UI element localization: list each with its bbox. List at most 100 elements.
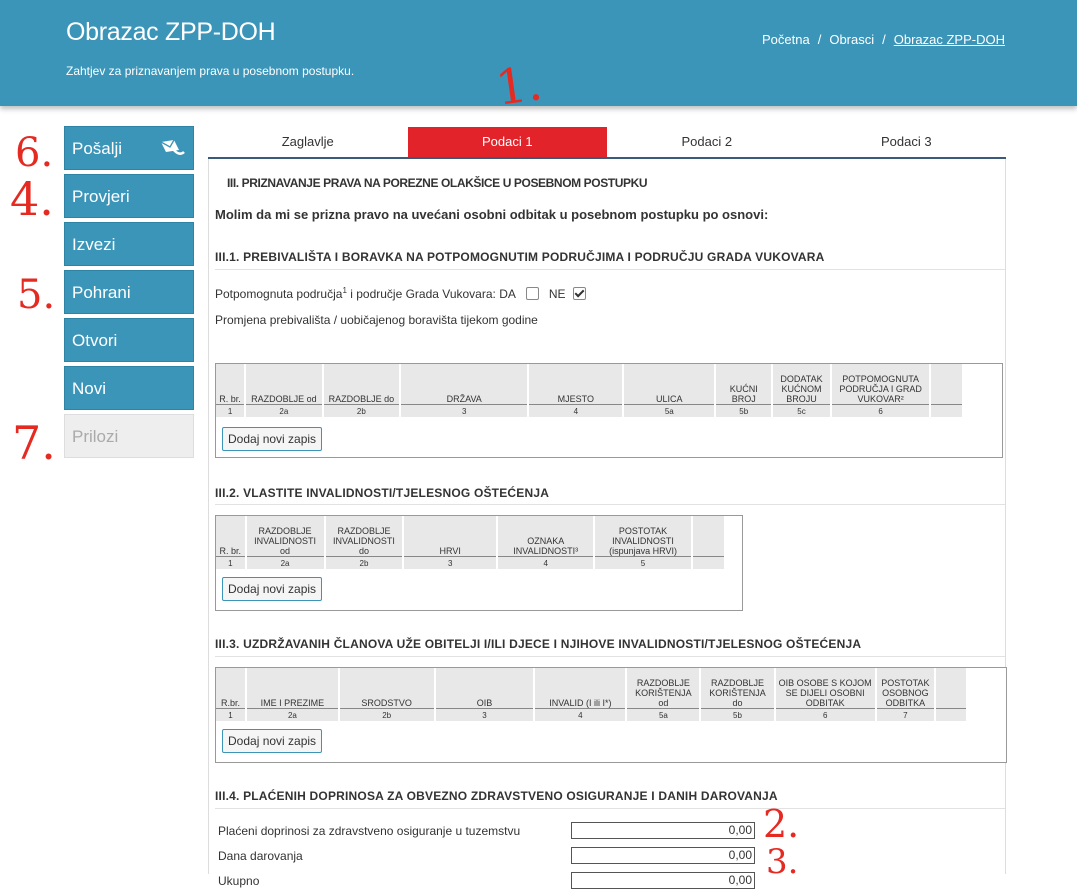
tab-zaglavlje[interactable]: Zaglavlje	[208, 127, 408, 157]
s4-label-contributions: Plaćeni doprinosi za zdravstveno osigura…	[218, 824, 521, 838]
s2-col-spacer	[691, 516, 727, 557]
s2-add-record-button[interactable]: Dodaj novi zapis	[222, 577, 323, 601]
s2-col-header: HRVI	[403, 516, 499, 557]
s3-table-container: R.br. IME I PREZIME SRODSTVO OIB INVALID…	[215, 667, 1007, 763]
s3-add-record-button[interactable]: Dodaj novi zapis	[222, 729, 323, 753]
s2-col-number: 2b	[324, 556, 405, 569]
breadcrumb-home-link[interactable]: Početna	[762, 32, 810, 47]
annotation-3: 3.	[766, 842, 799, 882]
breadcrumb: Početna / Obrasci / Obrazac ZPP-DOH	[762, 32, 1005, 47]
s1-col-header: RAZDOBLJE do	[322, 364, 402, 405]
main-panel: Zaglavlje Podaci 1 Podaci 2 Podaci 3 III…	[208, 127, 1007, 889]
s3-col-number: 2a	[246, 708, 340, 721]
s2-table: R. br. RAZDOBLJE INVALIDNOSTI od RAZDOBL…	[216, 516, 727, 569]
s3-divider	[215, 656, 1005, 657]
ne-checkbox[interactable]	[572, 287, 586, 300]
tab-podaci-2[interactable]: Podaci 2	[607, 127, 807, 157]
ne-label: NE	[548, 287, 566, 301]
s1-table-caption: Promjena prebivališta / uobičajenog bora…	[215, 313, 538, 327]
annotation-2: 2.	[763, 802, 800, 846]
form-content: III. PRIZNAVANJE PRAVA NA POREZNE OLAKŠI…	[208, 159, 1007, 889]
tab-bar: Zaglavlje Podaci 1 Podaci 2 Podaci 3	[208, 127, 1006, 159]
check-button[interactable]: Provjeri	[64, 174, 194, 218]
tab-podaci-1[interactable]: Podaci 1	[407, 127, 607, 157]
section-intro: Molim da mi se prizna pravo na uvećani o…	[215, 207, 769, 222]
section-title: III. PRIZNAVANJE PRAVA NA POREZNE OLAKŠI…	[227, 176, 648, 190]
contributions-input[interactable]: 0,00	[571, 822, 755, 839]
s3-col-spacer	[934, 668, 969, 709]
total-input[interactable]: 0,00	[571, 872, 755, 889]
s1-table: R. br. RAZDOBLJE od RAZDOBLJE do DRŽAVA …	[216, 364, 964, 417]
s2-col-spacer	[691, 556, 727, 569]
s2-col-header: POSTOTAK INVALIDNOSTI (ispunjava HRVI)	[594, 516, 693, 557]
send-button[interactable]: Pošalji	[64, 126, 194, 170]
annotation-7: 7.	[12, 416, 56, 470]
sidebar: Pošalji Provjeri Izvezi Pohrani Otvori N…	[64, 126, 194, 462]
s3-col-header: OIB	[434, 668, 536, 709]
s1-question-pre: Potpomognuta područja	[215, 287, 343, 301]
s3-col-number: 3	[434, 708, 536, 721]
s1-col-number: 4	[528, 404, 625, 417]
s3-col-header: INVALID (I ili I*)	[534, 668, 628, 709]
s1-col-header: DODATAK KUĆNOM BROJU	[772, 364, 832, 405]
s1-col-number: 2b	[322, 404, 402, 417]
s3-col-header: RAZDOBLJE KORIŠTENJA od	[626, 668, 702, 709]
s1-col-header: ULICA	[623, 364, 717, 405]
s3-col-header: RAZDOBLJE KORIŠTENJA do	[700, 668, 776, 709]
annotation-6: 6.	[15, 130, 54, 176]
s1-col-number: 1	[216, 404, 247, 417]
annotation-5: 5.	[17, 272, 56, 318]
s1-col-header: RAZDOBLJE od	[245, 364, 324, 405]
s1-divider	[215, 269, 1005, 270]
send-button-label: Pošalji	[72, 139, 123, 158]
export-button[interactable]: Izvezi	[64, 222, 194, 266]
breadcrumb-current-link[interactable]: Obrazac ZPP-DOH	[894, 32, 1005, 47]
s3-col-number: 2b	[338, 708, 436, 721]
s1-col-spacer	[930, 404, 964, 417]
s4-divider	[215, 808, 1005, 809]
s2-col-header: RAZDOBLJE INVALIDNOSTI od	[245, 516, 326, 557]
breadcrumb-separator: /	[882, 32, 886, 47]
s1-col-spacer	[930, 364, 964, 405]
s1-col-number: 2a	[245, 404, 324, 417]
s1-question-post: i područje Grada Vukovara: DA	[346, 287, 516, 301]
s1-col-header: KUĆNI BROJ	[715, 364, 774, 405]
s2-col-number: 3	[403, 556, 499, 569]
send-mail-icon	[160, 139, 185, 155]
page-title: Obrazac ZPP-DOH	[66, 18, 276, 46]
s4-title: III.4. PLAĆENIH DOPRINOSA ZA OBVEZNO ZDR…	[215, 789, 778, 803]
s3-col-number: 5a	[626, 708, 702, 721]
s4-label-donations: Dana darovanja	[218, 849, 303, 863]
new-button[interactable]: Novi	[64, 366, 194, 410]
s3-col-header: OIB OSOBE S KOJOM SE DIJELI OSOBNI ODBIT…	[774, 668, 877, 709]
s1-col-number: 5c	[772, 404, 832, 417]
annotation-4: 4.	[10, 172, 54, 226]
annotation-1: 1.	[492, 55, 546, 117]
s1-col-header: POTPOMOGNUTA PODRUČJA I GRAD VUKOVAR²	[830, 364, 932, 405]
breadcrumb-separator: /	[817, 32, 822, 47]
s2-col-header: R. br.	[216, 516, 247, 557]
s1-col-header: R. br.	[216, 364, 247, 405]
s1-col-number: 3	[400, 404, 530, 417]
s3-col-header: IME I PREZIME	[246, 668, 340, 709]
da-checkbox[interactable]	[525, 287, 539, 300]
s2-title: III.2. VLASTITE INVALIDNOSTI/TJELESNOG O…	[215, 486, 550, 500]
donations-input[interactable]: 0,00	[571, 847, 755, 864]
s2-col-number: 4	[497, 556, 596, 569]
s4-label-total: Ukupno	[218, 874, 260, 888]
s3-col-number: 7	[875, 708, 936, 721]
s3-col-number: 6	[774, 708, 877, 721]
s2-col-number: 2a	[245, 556, 326, 569]
save-button[interactable]: Pohrani	[64, 270, 194, 314]
s2-col-header: OZNAKA INVALIDNOSTI³	[497, 516, 596, 557]
open-button[interactable]: Otvori	[64, 318, 194, 362]
attachments-button[interactable]: Prilozi	[64, 414, 194, 458]
s3-col-number: 5b	[700, 708, 776, 721]
breadcrumb-forms-link[interactable]: Obrasci	[829, 32, 874, 47]
tab-podaci-3[interactable]: Podaci 3	[807, 127, 1007, 157]
s3-title: III.3. UZDRŽAVANIH ČLANOVA UŽE OBITELJI …	[215, 637, 862, 651]
s1-add-record-button[interactable]: Dodaj novi zapis	[222, 427, 323, 451]
s3-col-spacer	[934, 708, 969, 721]
s3-table: R.br. IME I PREZIME SRODSTVO OIB INVALID…	[216, 668, 969, 721]
s1-col-number: 5b	[715, 404, 774, 417]
